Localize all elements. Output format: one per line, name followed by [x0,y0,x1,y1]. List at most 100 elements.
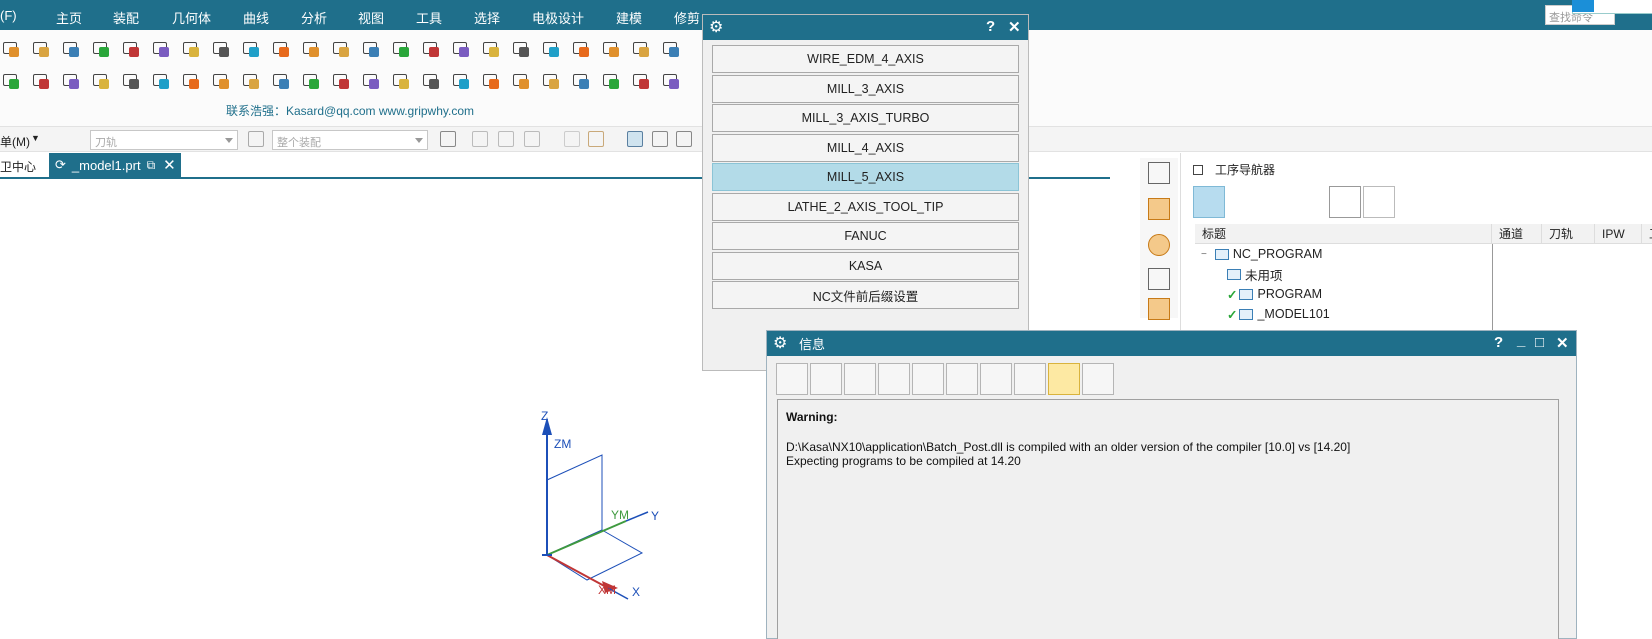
navigator-row[interactable]: 未用项 [1195,264,1652,284]
toolbar-tool-icon[interactable] [150,38,172,60]
navigator-row[interactable]: ✓ PROGRAM [1195,284,1652,304]
toolbar-tool-icon[interactable] [240,70,262,92]
method-view-icon[interactable] [1148,268,1170,290]
toolbar-tool-icon[interactable] [510,70,532,92]
toolbar-tool-icon[interactable] [450,70,472,92]
navigator-row[interactable]: − NC_PROGRAM [1195,244,1652,264]
toolbar-tool-icon[interactable] [270,38,292,60]
toolbar-tool-icon[interactable] [30,70,52,92]
minimize-button[interactable]: _ [1517,332,1525,349]
toolbar-tool-icon[interactable] [540,38,562,60]
menu-item-modeling[interactable]: 建模 [616,8,642,27]
navigator-row[interactable]: ✓ _MODEL101 [1195,304,1652,324]
col-title[interactable]: 标题 [1195,223,1492,244]
box-icon[interactable] [588,131,604,147]
wrap-text-icon[interactable] [1048,363,1080,395]
method-view-button[interactable] [1295,186,1327,218]
toolbar-tool-icon[interactable] [660,38,682,60]
toolbar-tool-icon[interactable] [300,38,322,60]
popout-icon[interactable]: ⧉ [147,158,156,173]
post-option-button[interactable]: LATHE_2_AXIS_TOOL_TIP [712,192,1019,221]
menu-item-geometry[interactable]: 几何体 [172,8,211,27]
menu-item-analysis[interactable]: 分析 [301,8,327,27]
toolbar-tool-icon[interactable] [90,38,112,60]
point-icon[interactable] [524,131,540,147]
delete-button[interactable] [1363,186,1395,218]
menu-item-home[interactable]: 主页 [56,8,82,27]
menu-item-view[interactable]: 视图 [358,8,384,27]
find-icon[interactable] [980,363,1012,395]
toolbar-tool-icon[interactable] [390,70,412,92]
paste-icon[interactable] [912,363,944,395]
machine-tool-view-button[interactable] [1227,186,1259,218]
toolbar-tool-icon[interactable] [600,38,622,60]
pin-icon[interactable] [1193,164,1203,175]
post-option-button[interactable]: MILL_4_AXIS [712,133,1019,162]
toolbar-tool-icon[interactable] [0,38,22,60]
post-option-button[interactable]: MILL_3_AXIS [712,74,1019,103]
minus-icon[interactable] [1082,363,1114,395]
toolbar-tool-icon[interactable] [660,70,682,92]
info-text-area[interactable]: Warning: D:\Kasa\NX10\application\Batch_… [777,399,1559,639]
col-channel[interactable]: 通道 [1492,223,1542,244]
toolbar-tool-icon[interactable] [0,70,22,92]
menu-item-file[interactable]: (F) [0,8,17,23]
machine-view-icon[interactable] [1148,198,1170,220]
post-option-button[interactable]: KASA [712,251,1019,280]
toolbar-tool-icon[interactable] [420,70,442,92]
cube-icon[interactable] [564,131,580,147]
toolbar-tool-icon[interactable] [270,70,292,92]
type-filter-combo[interactable]: 刀轨 [90,130,238,150]
mcs-icon[interactable] [627,131,643,147]
toolbar-tool-icon[interactable] [480,38,502,60]
print-icon[interactable] [810,363,842,395]
toolbar-tool-icon[interactable] [390,38,412,60]
post-option-button[interactable]: FANUC [712,222,1019,250]
scope-combo[interactable]: 整个装配 [272,130,428,150]
geometry-view-icon[interactable] [1148,234,1170,256]
toolbar-tool-icon[interactable] [450,38,472,60]
toolbar-tool-icon[interactable] [600,70,622,92]
toolbar-tool-icon[interactable] [90,70,112,92]
toolbar-tool-icon[interactable] [180,70,202,92]
menu-dropdown[interactable]: 单(M) [0,133,30,150]
cut-icon[interactable] [844,363,876,395]
tab-resource-center[interactable]: 卫中心 [0,158,36,175]
binoculars-icon[interactable] [1014,363,1046,395]
toolbar-tool-icon[interactable] [120,70,142,92]
geometry-view-button[interactable] [1261,186,1293,218]
eye-icon[interactable] [652,131,668,147]
toolbar-tool-icon[interactable] [300,70,322,92]
help-button[interactable]: ? [1494,334,1503,351]
program-view-icon[interactable] [1148,162,1170,184]
menu-item-curve[interactable]: 曲线 [243,8,269,27]
col-toolpath[interactable]: 刀轨 [1542,223,1595,244]
toolbar-tool-icon[interactable] [510,38,532,60]
toolbar-tool-icon[interactable] [630,38,652,60]
menu-item-trim[interactable]: 修剪 [674,8,700,27]
toolbar-tool-icon[interactable] [330,38,352,60]
tab-close-icon[interactable]: ✕ [163,156,176,174]
post-option-button[interactable]: MILL_3_AXIS_TURBO [712,104,1019,132]
help-button[interactable]: ? [986,18,995,35]
toolbar-tool-icon[interactable] [360,38,382,60]
filter-icon[interactable] [248,131,264,147]
operation-icon[interactable] [1148,298,1170,320]
toolbar-tool-icon[interactable] [240,38,262,60]
save-icon[interactable] [776,363,808,395]
menu-item-select[interactable]: 选择 [474,8,500,27]
post-option-button[interactable]: NC文件前后缀设置 [712,281,1019,309]
toolbar-tool-icon[interactable] [360,70,382,92]
maximize-button[interactable]: □ [1535,334,1544,351]
program-order-view-button[interactable] [1193,186,1225,218]
toolbar-tool-icon[interactable] [570,38,592,60]
hide-icon[interactable] [676,131,692,147]
toolbar-tool-icon[interactable] [480,70,502,92]
snap-icon[interactable] [472,131,488,147]
toolbar-tool-icon[interactable] [60,38,82,60]
toolbar-tool-icon[interactable] [210,38,232,60]
toolbar-tool-icon[interactable] [570,70,592,92]
toolbar-tool-icon[interactable] [30,38,52,60]
toolbar-tool-icon[interactable] [120,38,142,60]
toolbar-tool-icon[interactable] [180,38,202,60]
